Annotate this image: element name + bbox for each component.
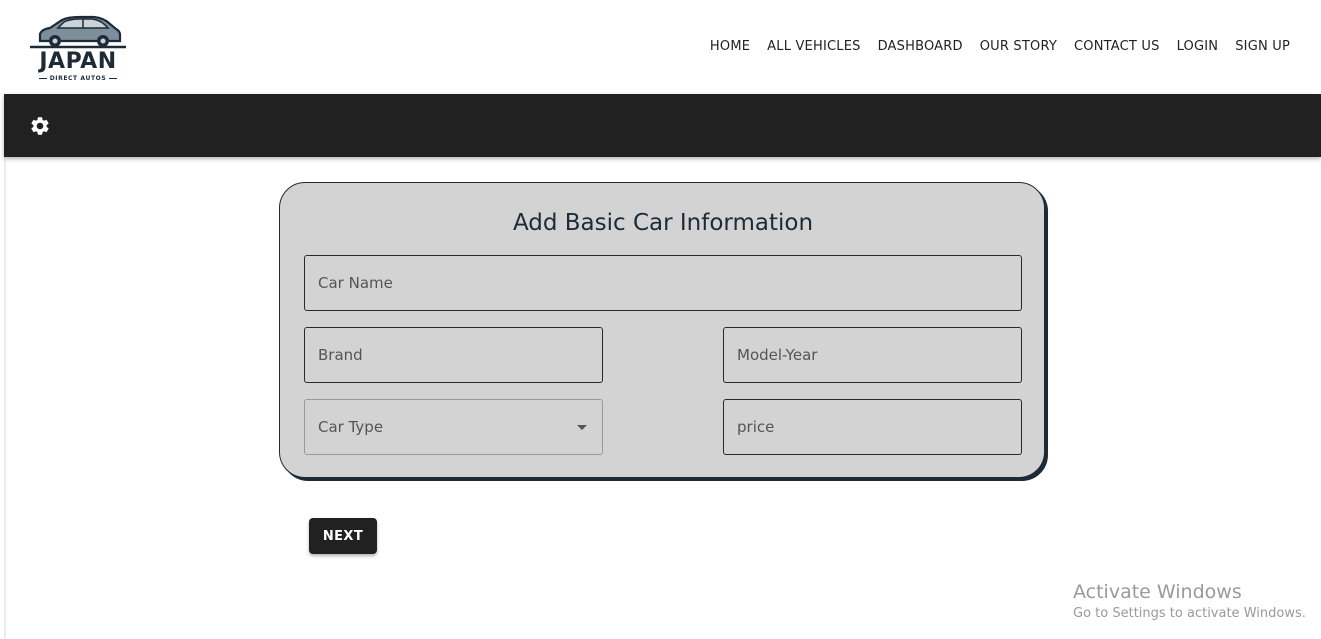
- nav-dashboard[interactable]: DASHBOARD: [878, 39, 963, 54]
- car-name-input[interactable]: [305, 256, 1021, 310]
- nav-our-story[interactable]: OUR STORY: [980, 39, 1057, 54]
- add-car-form: Add Basic Car Information Car Type: [279, 182, 1045, 478]
- nav-sign-up[interactable]: SIGN UP: [1235, 39, 1290, 54]
- brand-input[interactable]: [305, 328, 602, 382]
- brand-tagline: DIRECT AUTOS: [28, 75, 128, 83]
- brand-name: JAPAN: [39, 49, 117, 74]
- price-input[interactable]: [724, 400, 1021, 454]
- nav-contact-us[interactable]: CONTACT US: [1074, 39, 1160, 54]
- site-header: JAPAN DIRECT AUTOS HOME ALL VEHICLES DAS…: [4, 0, 1321, 94]
- car-icon: [30, 15, 126, 49]
- dashboard-toolbar: [4, 94, 1321, 157]
- nav-login[interactable]: LOGIN: [1177, 39, 1219, 54]
- nav-home[interactable]: HOME: [710, 39, 750, 54]
- chevron-down-icon: [577, 425, 587, 430]
- nav-all-vehicles[interactable]: ALL VEHICLES: [767, 39, 860, 54]
- price-field[interactable]: [723, 399, 1022, 455]
- gear-icon[interactable]: [29, 115, 51, 137]
- model-year-input[interactable]: [724, 328, 1021, 382]
- car-type-select[interactable]: Car Type: [304, 399, 603, 455]
- activate-windows-title: Activate Windows: [1073, 581, 1242, 603]
- car-name-field[interactable]: [304, 255, 1022, 311]
- brand-logo[interactable]: JAPAN DIRECT AUTOS: [28, 14, 128, 86]
- activate-windows-subtitle: Go to Settings to activate Windows.: [1073, 606, 1306, 621]
- form-title: Add Basic Car Information: [512, 210, 814, 236]
- brand-field[interactable]: [304, 327, 603, 383]
- model-year-field[interactable]: [723, 327, 1022, 383]
- page: JAPAN DIRECT AUTOS HOME ALL VEHICLES DAS…: [0, 0, 1321, 639]
- main-nav: HOME ALL VEHICLES DASHBOARD OUR STORY CO…: [693, 36, 1290, 56]
- next-button[interactable]: NEXT: [309, 518, 377, 554]
- car-type-label: Car Type: [318, 418, 384, 436]
